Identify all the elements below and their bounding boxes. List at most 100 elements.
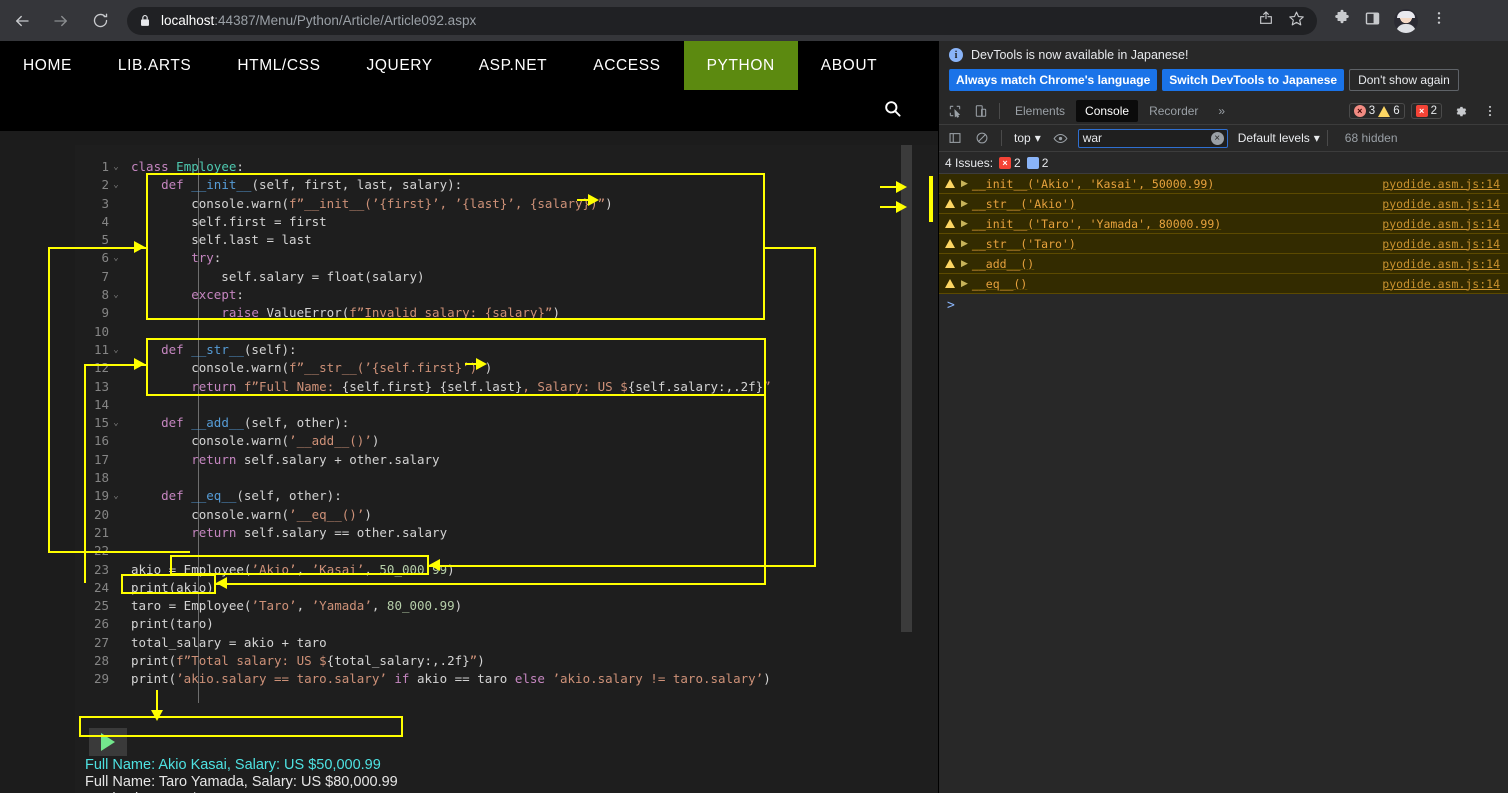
annotation-line-outer-right (814, 247, 816, 567)
nav-item-jquery[interactable]: JQUERY (344, 41, 456, 90)
console-message-row[interactable]: ▶ __str__('Akio') pyodide.asm.js:14 (939, 194, 1508, 214)
nav-item-python[interactable]: PYTHON (683, 41, 798, 90)
code-line[interactable]: 19 ⌄ def __eq__(self, other): (75, 487, 771, 505)
forward-button[interactable] (44, 4, 78, 38)
live-expression-icon[interactable] (1049, 127, 1073, 149)
console-message-text: __init__('Akio', 'Kasai', 50000.99) (971, 176, 1215, 191)
kebab-menu-icon[interactable] (1478, 100, 1502, 122)
nav-item-libarts[interactable]: LIB.ARTS (95, 41, 214, 90)
fold-chevron-icon[interactable]: ⌄ (109, 487, 123, 505)
console-message-source-link[interactable]: pyodide.asm.js:14 (1382, 217, 1508, 231)
line-number: 17 (93, 451, 109, 467)
clear-console-icon[interactable] (970, 127, 994, 149)
always-match-language-button[interactable]: Always match Chrome's language (949, 69, 1158, 91)
fold-chevron-icon[interactable]: ⌄ (109, 414, 123, 432)
code-line[interactable]: 15 ⌄ def __add__(self, other): (75, 414, 771, 432)
code-line[interactable]: 21 return self.salary == other.salary (75, 524, 771, 542)
chevron-down-icon: ▾ (1313, 131, 1320, 145)
nav-item-home[interactable]: HOME (0, 41, 95, 90)
issue-info-icon (1026, 156, 1039, 169)
code-line[interactable]: 17 return self.salary + other.salary (75, 451, 771, 469)
console-message-row[interactable]: ▶ __init__('Taro', 'Yamada', 80000.99) pyo… (939, 214, 1508, 234)
fold-chevron-icon[interactable]: ⌄ (109, 286, 123, 304)
side-panel-icon[interactable] (1364, 10, 1381, 32)
editor-scrollbar[interactable] (900, 145, 914, 710)
code-line[interactable]: 27 total_salary = akio + taro (75, 634, 771, 652)
fold-chevron-icon[interactable]: ⌄ (109, 176, 123, 194)
fold-chevron-icon[interactable]: ⌄ (109, 158, 123, 176)
log-level-selector[interactable]: Default levels ▾ (1238, 131, 1320, 145)
code-text: total_salary = akio + taro (131, 634, 327, 650)
show-sidebar-icon[interactable] (943, 127, 967, 149)
tab-recorder[interactable]: Recorder (1140, 100, 1207, 122)
console-message-row[interactable]: ▶ __str__('Taro') pyodide.asm.js:14 (939, 234, 1508, 254)
line-number: 21 (93, 524, 109, 540)
console-message-source-link[interactable]: pyodide.asm.js:14 (1382, 277, 1508, 291)
avatar[interactable] (1394, 8, 1418, 33)
share-icon[interactable] (1258, 10, 1274, 31)
tab-elements[interactable]: Elements (1006, 100, 1074, 122)
code-line[interactable]: 18 (75, 469, 771, 487)
expand-triangle-icon[interactable]: ▶ (961, 198, 968, 209)
dont-show-again-button[interactable]: Don't show again (1349, 69, 1459, 91)
expand-triangle-icon[interactable]: ▶ (961, 178, 968, 189)
console-message-row[interactable]: ▶ __init__('Akio', 'Kasai', 50000.99) pyod… (939, 174, 1508, 194)
expand-triangle-icon[interactable]: ▶ (961, 218, 968, 229)
console-message-row[interactable]: ▶ __add__() pyodide.asm.js:14 (939, 254, 1508, 274)
star-icon[interactable] (1288, 10, 1305, 32)
console-message-list[interactable]: ▶ __init__('Akio', 'Kasai', 50000.99) pyod… (939, 174, 1508, 294)
switch-to-japanese-button[interactable]: Switch DevTools to Japanese (1162, 69, 1345, 91)
code-line[interactable]: 14 (75, 396, 771, 414)
web-page: HOME LIB.ARTS HTML/CSS JQUERY ASP.NET AC… (0, 41, 938, 793)
nav-item-about[interactable]: ABOUT (798, 41, 900, 90)
fold-chevron-icon[interactable]: ⌄ (109, 249, 123, 267)
editor-scrollbar-thumb[interactable] (901, 145, 912, 632)
code-text: print(f”Total salary: US ${total_salary:… (131, 653, 485, 669)
code-text: def __eq__(self, other): (161, 488, 342, 504)
code-text: console.warn(’__eq__()’) (131, 506, 372, 522)
code-line[interactable]: 28 print(f”Total salary: US ${total_salar… (75, 652, 771, 670)
reload-button[interactable] (83, 4, 117, 38)
nav-label: LIB.ARTS (117, 56, 192, 74)
search-button[interactable] (883, 99, 902, 123)
console-message-row[interactable]: ▶ __eq__() pyodide.asm.js:14 (939, 274, 1508, 294)
inspect-element-icon[interactable] (943, 100, 967, 122)
fold-chevron-icon[interactable]: ⌄ (109, 341, 123, 359)
code-text: print(taro) (131, 616, 214, 632)
kebab-menu-icon[interactable] (1431, 10, 1447, 31)
tab-console[interactable]: Console (1076, 100, 1139, 122)
issues-bar[interactable]: 4 Issues: × 2 2 (939, 152, 1508, 174)
expand-triangle-icon[interactable]: ▶ (961, 258, 968, 269)
device-toolbar-icon[interactable] (969, 100, 993, 122)
puzzle-icon[interactable] (1333, 9, 1351, 32)
code-line[interactable]: 25 taro = Employee(’Taro’, ’Yamada’, 80_0… (75, 597, 771, 615)
nav-item-access[interactable]: ACCESS (570, 41, 683, 90)
gear-icon[interactable] (1448, 100, 1472, 122)
error-warning-counts[interactable]: × 3 6 (1348, 103, 1405, 119)
expand-triangle-icon[interactable]: ▶ (961, 238, 968, 249)
issue-count: 2 (1430, 105, 1437, 117)
console-message-source-link[interactable]: pyodide.asm.js:14 (1382, 177, 1508, 191)
context-selector[interactable]: top ▾ (1009, 131, 1046, 145)
issues-info-group: 2 (1026, 156, 1048, 170)
console-prompt[interactable]: > (939, 294, 1508, 316)
address-bar[interactable]: localhost:44387/Menu/Python/Article/Arti… (127, 6, 1317, 35)
toolbar-actions (1317, 8, 1455, 33)
clear-input-icon[interactable]: × (1210, 131, 1224, 145)
console-message-source-link[interactable]: pyodide.asm.js:14 (1382, 237, 1508, 251)
code-line[interactable]: 16 console.warn(’__add__()’) (75, 432, 771, 450)
nav-item-aspnet[interactable]: ASP.NET (456, 41, 571, 90)
code-line[interactable]: 26 print(taro) (75, 615, 771, 633)
site-navigation: HOME LIB.ARTS HTML/CSS JQUERY ASP.NET AC… (0, 41, 938, 90)
code-line[interactable]: 20 console.warn(’__eq__()’) (75, 506, 771, 524)
back-button[interactable] (5, 4, 39, 38)
console-filter-input[interactable]: war × (1077, 128, 1228, 148)
nav-item-htmlcss[interactable]: HTML/CSS (214, 41, 343, 90)
info-icon: i (949, 48, 963, 62)
issues-count-chip[interactable]: × 2 (1410, 103, 1442, 119)
code-line[interactable]: 29 print(’akio.salary == taro.salary’ if … (75, 670, 771, 688)
chevrons-right-icon[interactable]: » (1209, 100, 1234, 122)
console-message-source-link[interactable]: pyodide.asm.js:14 (1382, 257, 1508, 271)
expand-triangle-icon[interactable]: ▶ (961, 278, 968, 289)
console-message-source-link[interactable]: pyodide.asm.js:14 (1382, 197, 1508, 211)
